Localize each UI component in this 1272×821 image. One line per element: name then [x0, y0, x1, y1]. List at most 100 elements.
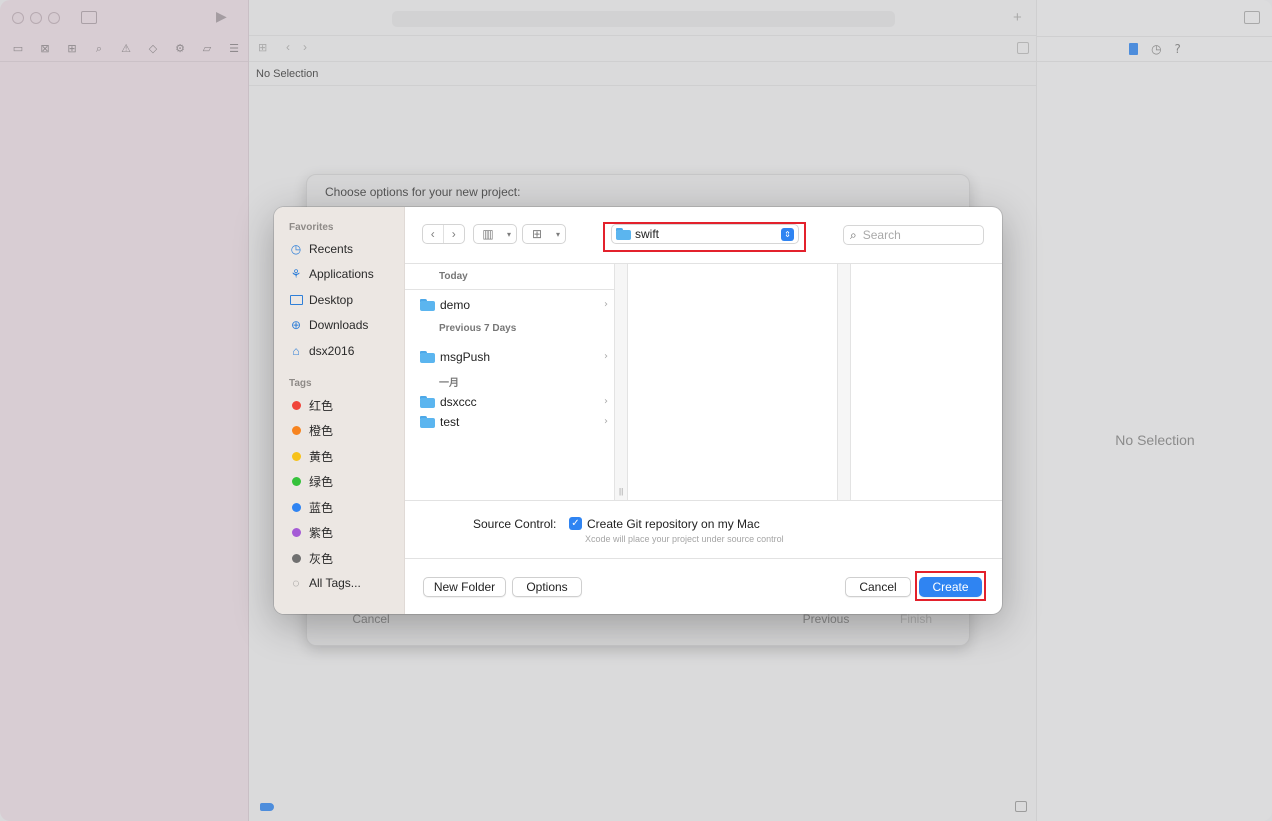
- chevron-right-icon: ›: [604, 416, 608, 427]
- tag-item-blue[interactable]: 蓝色: [289, 498, 333, 516]
- view-mode-button[interactable]: ▥ ▾: [473, 224, 517, 244]
- editor-options-icon[interactable]: [1017, 42, 1029, 54]
- folder-icon: [420, 415, 435, 428]
- related-items-icon[interactable]: ⊞: [258, 41, 267, 54]
- file-inspector-icon[interactable]: [1129, 43, 1139, 55]
- sidebar-item-desktop[interactable]: Desktop: [289, 291, 353, 309]
- blue-tag-icon: [292, 502, 301, 512]
- sidebar-item-recents[interactable]: ◷ Recents: [289, 240, 353, 258]
- git-repository-label[interactable]: Create Git repository on my Mac: [587, 517, 760, 531]
- forward-button[interactable]: ›: [444, 225, 464, 243]
- favorites-heading: Favorites: [289, 222, 334, 233]
- group-by-button[interactable]: ⊞ ▾: [522, 224, 566, 244]
- list-item-demo[interactable]: demo ›: [420, 296, 608, 313]
- minimize-window-icon[interactable]: [30, 12, 42, 24]
- back-button[interactable]: ‹: [423, 225, 444, 243]
- zoom-window-icon[interactable]: [48, 12, 60, 24]
- downloads-icon: ⊕: [290, 318, 302, 332]
- activity-viewer: [392, 11, 895, 27]
- resize-grip-icon[interactable]: ||: [619, 487, 623, 496]
- debug-navigator-icon[interactable]: ⚙: [171, 42, 189, 56]
- section-heading-today: Today: [439, 271, 468, 282]
- cancel-button[interactable]: Cancel: [845, 577, 911, 597]
- search-icon: ⌕: [850, 227, 857, 242]
- list-item-test[interactable]: test ›: [420, 413, 608, 430]
- symbol-navigator-icon[interactable]: ⊞: [63, 42, 81, 56]
- forward-icon[interactable]: ›: [303, 40, 307, 54]
- section-heading-january: 一月: [439, 378, 459, 389]
- inspector-pane: ◷ ? No Selection: [1036, 0, 1272, 821]
- new-folder-button[interactable]: New Folder: [423, 577, 506, 597]
- report-navigator-icon[interactable]: ☰: [225, 42, 243, 56]
- test-navigator-icon[interactable]: ◇: [144, 42, 162, 56]
- list-item-dsxccc[interactable]: dsxccc ›: [420, 393, 608, 410]
- history-inspector-icon[interactable]: ◷: [1151, 42, 1161, 56]
- dialog-toolbar: ‹ › ▥ ▾ ⊞ ▾ swift ⇕ ⌕ Search: [405, 207, 1002, 264]
- navigator-pane: ▶ ▭ ⊠ ⊞ ⌕ ⚠ ◇ ⚙ ▱ ☰: [0, 0, 249, 821]
- navigator-tabs: ▭ ⊠ ⊞ ⌕ ⚠ ◇ ⚙ ▱ ☰: [0, 36, 248, 62]
- yellow-tag-icon: [292, 451, 301, 461]
- close-window-icon[interactable]: [12, 12, 24, 24]
- filter-tag-icon[interactable]: [260, 803, 274, 811]
- save-dialog: Favorites ◷ Recents ⚘ Applications Deskt…: [274, 207, 1002, 614]
- back-icon[interactable]: ‹: [286, 40, 290, 54]
- green-tag-icon: [292, 476, 301, 486]
- sidebar-toggle-icon[interactable]: [81, 11, 97, 24]
- source-control-navigator-icon[interactable]: ⊠: [36, 42, 54, 56]
- jump-bar: ⊞ ‹ ›: [249, 36, 1036, 62]
- sidebar-item-applications[interactable]: ⚘ Applications: [289, 265, 374, 283]
- tag-item-orange[interactable]: 橙色: [289, 421, 333, 439]
- help-inspector-icon[interactable]: ?: [1175, 42, 1181, 56]
- sheet-cancel-button[interactable]: Cancel: [328, 612, 414, 630]
- sidebar-item-home[interactable]: ⌂ dsx2016: [289, 342, 354, 360]
- chevron-right-icon: ›: [604, 299, 608, 310]
- column-resize-handle[interactable]: [615, 264, 628, 500]
- folder-icon: [420, 350, 435, 363]
- sheet-title: Choose options for your new project:: [325, 185, 521, 199]
- browser-column-2: [628, 264, 838, 500]
- tag-item-green[interactable]: 绿色: [289, 472, 333, 490]
- window-toolbar: +: [249, 0, 1036, 36]
- add-library-icon[interactable]: +: [1013, 9, 1022, 26]
- gray-tag-icon: [292, 553, 301, 563]
- run-icon[interactable]: ▶: [216, 9, 227, 25]
- list-item-msgpush[interactable]: msgPush ›: [420, 348, 608, 365]
- source-control-label: Source Control:: [473, 517, 557, 531]
- tags-heading: Tags: [289, 378, 312, 389]
- sheet-previous-button[interactable]: Previous: [785, 612, 867, 630]
- editor-no-selection: No Selection: [249, 62, 1036, 86]
- inspector-tabs: ◷ ?: [1037, 36, 1272, 62]
- project-navigator-icon[interactable]: ▭: [9, 42, 27, 56]
- chevron-right-icon: ›: [604, 396, 608, 407]
- source-control-hint: Xcode will place your project under sour…: [585, 534, 784, 544]
- source-control-section: Source Control: ✓ Create Git repository …: [405, 500, 1002, 559]
- tag-item-purple[interactable]: 紫色: [289, 523, 333, 541]
- search-placeholder: Search: [862, 228, 901, 242]
- purple-tag-icon: [292, 527, 301, 537]
- tag-item-yellow[interactable]: 黄色: [289, 447, 333, 465]
- tag-item-red[interactable]: 红色: [289, 396, 333, 414]
- chevron-right-icon: ›: [604, 351, 608, 362]
- git-repository-checkbox[interactable]: ✓: [569, 517, 582, 530]
- inspector-toggle-icon[interactable]: [1244, 11, 1260, 24]
- section-divider: [405, 289, 615, 290]
- find-navigator-icon[interactable]: ⌕: [90, 42, 108, 56]
- section-heading-previous-7-days: Previous 7 Days: [439, 323, 517, 334]
- applications-icon: ⚘: [290, 267, 302, 281]
- tag-item-gray[interactable]: 灰色: [289, 549, 333, 567]
- breakpoint-navigator-icon[interactable]: ▱: [198, 42, 216, 56]
- sheet-finish-button[interactable]: Finish: [877, 612, 955, 630]
- column-resize-handle-2[interactable]: [838, 264, 851, 500]
- window-titlebar: ▶: [0, 0, 248, 36]
- folder-icon: [420, 298, 435, 311]
- sidebar-item-downloads[interactable]: ⊕ Downloads: [289, 316, 368, 334]
- debug-area-toggle-icon[interactable]: [1015, 801, 1027, 812]
- dialog-sidebar: Favorites ◷ Recents ⚘ Applications Deskt…: [274, 207, 405, 614]
- chevron-down-icon: ▾: [555, 229, 560, 239]
- browser-column-1: Today demo › Previous 7 Days msgPush › 一…: [405, 264, 615, 500]
- red-tag-icon: [292, 400, 301, 410]
- issue-navigator-icon[interactable]: ⚠: [117, 42, 135, 56]
- options-button[interactable]: Options: [512, 577, 582, 597]
- sidebar-item-all-tags[interactable]: ◌ All Tags...: [289, 574, 360, 592]
- search-field[interactable]: ⌕ Search: [843, 225, 984, 245]
